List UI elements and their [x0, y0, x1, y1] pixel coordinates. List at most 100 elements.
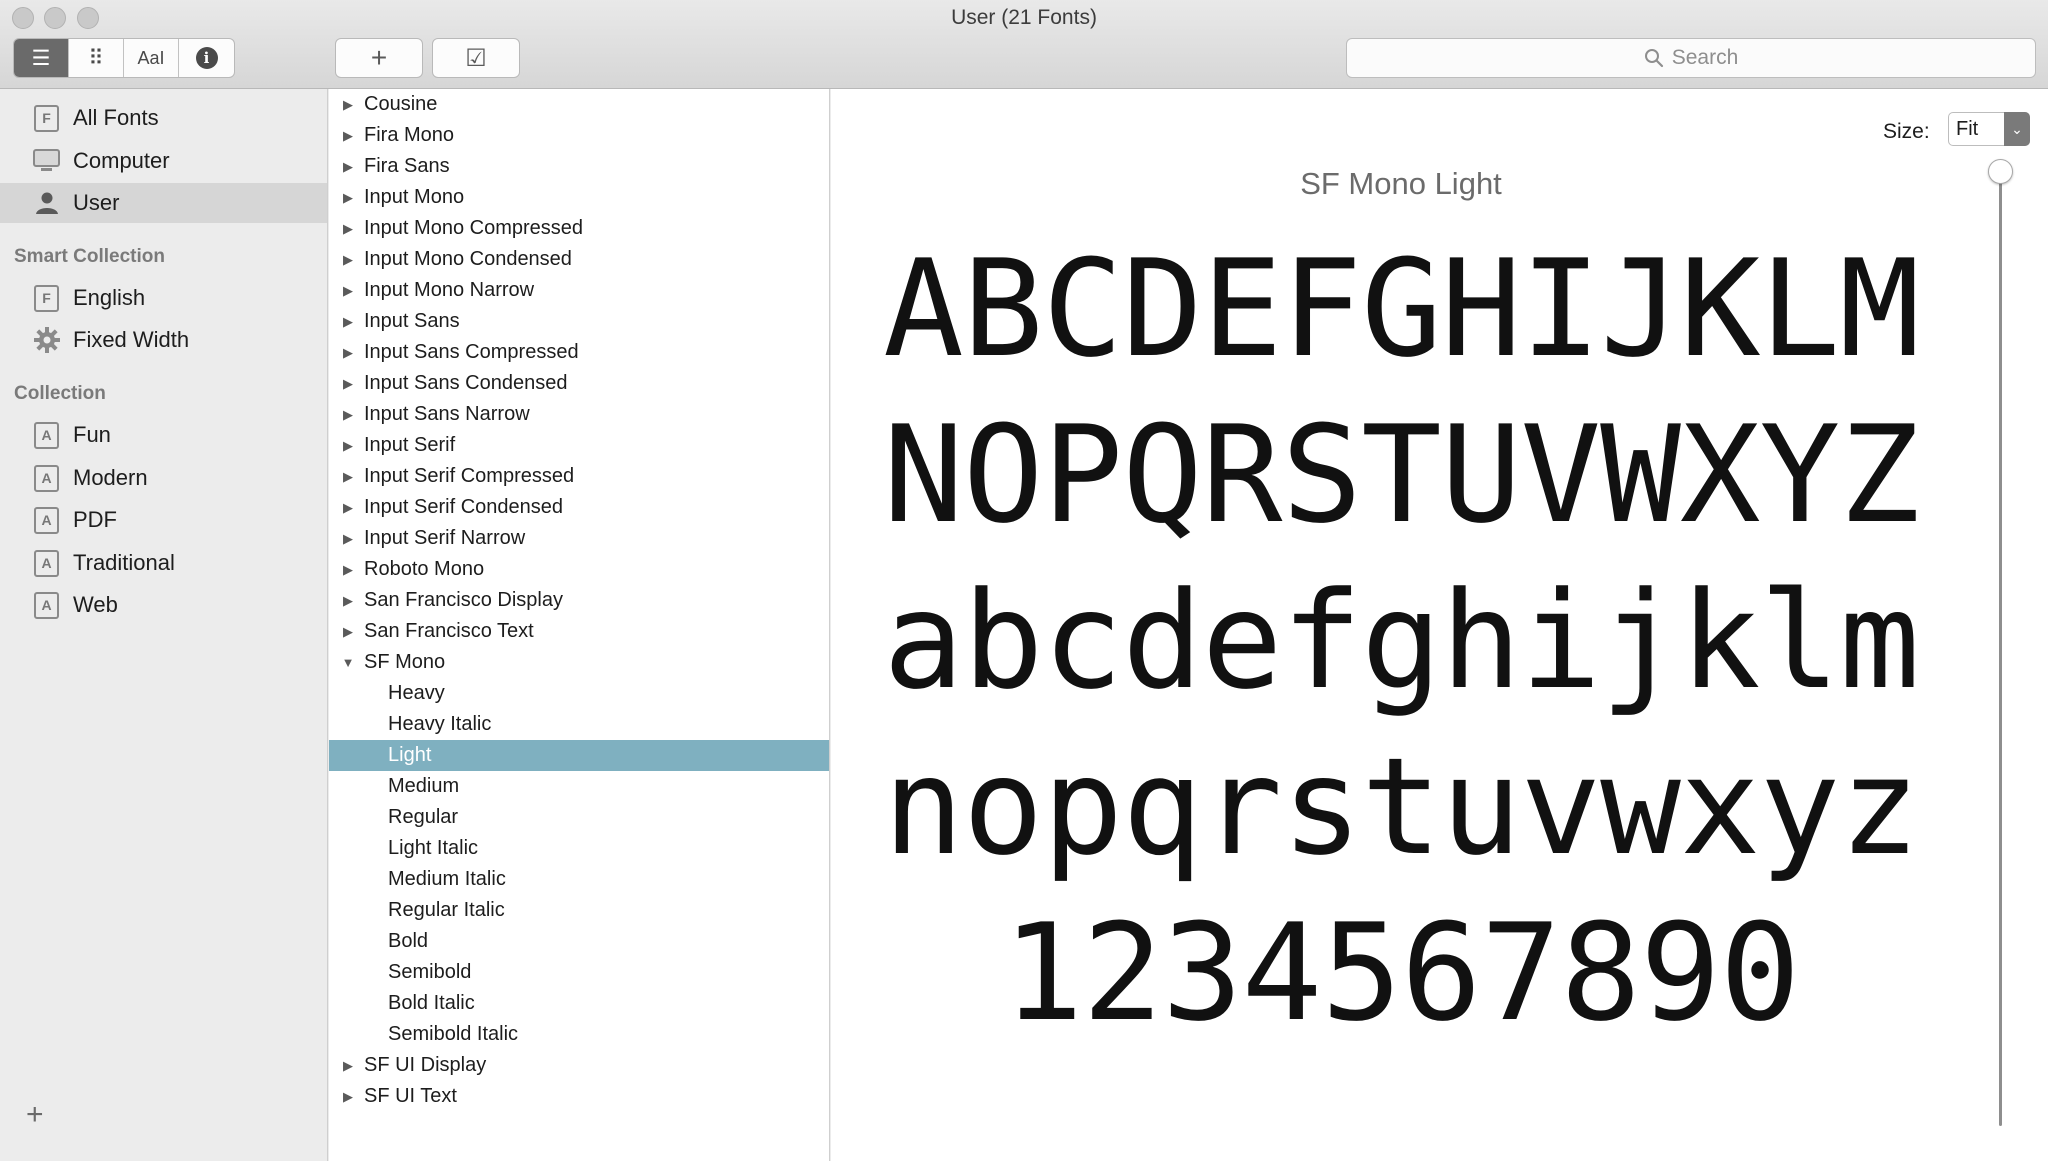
- font-family-row[interactable]: ▶ Input Mono Compressed: [329, 213, 829, 244]
- list-view-button[interactable]: ☰: [14, 39, 70, 77]
- disclosure-triangle-right-icon[interactable]: ▶: [341, 128, 355, 144]
- disclosure-triangle-right-icon[interactable]: ▶: [341, 438, 355, 454]
- font-family-row[interactable]: ▶ Input Serif Compressed: [329, 461, 829, 492]
- sidebar-item-label: English: [73, 285, 146, 310]
- sidebar-item-user[interactable]: User: [0, 183, 327, 223]
- sidebar-item-label: PDF: [73, 507, 117, 532]
- font-style-row[interactable]: Heavy: [329, 678, 829, 709]
- font-family-row[interactable]: ▶ Fira Mono: [329, 120, 829, 151]
- disclosure-triangle-right-icon[interactable]: ▶: [341, 500, 355, 516]
- add-font-button[interactable]: +: [335, 38, 423, 78]
- info-icon: i: [195, 47, 218, 69]
- font-name-label: Semibold Italic: [388, 1023, 519, 1045]
- font-style-row[interactable]: Semibold: [329, 957, 829, 988]
- font-family-row[interactable]: ▶ Input Sans: [329, 306, 829, 337]
- font-family-row[interactable]: ▼ SF Mono: [329, 647, 829, 678]
- font-name-label: Medium Italic: [388, 868, 506, 890]
- font-family-row[interactable]: ▶ Input Mono: [329, 182, 829, 213]
- sidebar-item-computer[interactable]: Computer: [0, 141, 327, 181]
- font-family-row[interactable]: ▶ Input Serif Narrow: [329, 523, 829, 554]
- font-family-row[interactable]: ▶ Input Mono Condensed: [329, 244, 829, 275]
- info-view-button[interactable]: i: [179, 39, 234, 77]
- disclosure-triangle-right-icon[interactable]: ▶: [341, 407, 355, 423]
- list-icon: ☰: [31, 46, 51, 70]
- chevron-down-icon: ⌄: [2004, 112, 2030, 146]
- font-style-row[interactable]: Medium: [329, 771, 829, 802]
- font-style-row[interactable]: Light: [329, 740, 829, 771]
- grid-view-button[interactable]: ⠿: [69, 39, 125, 77]
- sidebar-item-english[interactable]: F English: [0, 278, 327, 318]
- disclosure-triangle-right-icon[interactable]: ▶: [341, 159, 355, 175]
- font-name-label: Input Serif: [364, 434, 456, 456]
- font-family-row[interactable]: ▶ Cousine: [329, 89, 829, 120]
- font-family-row[interactable]: ▶ Input Mono Narrow: [329, 275, 829, 306]
- font-family-row[interactable]: ▶ Input Sans Narrow: [329, 399, 829, 430]
- font-name-label: SF UI Display: [364, 1054, 487, 1076]
- disclosure-triangle-right-icon[interactable]: ▶: [341, 562, 355, 578]
- font-style-row[interactable]: Regular Italic: [329, 895, 829, 926]
- font-family-row[interactable]: ▶ Fira Sans: [329, 151, 829, 182]
- font-family-row[interactable]: ▶ Roboto Mono: [329, 554, 829, 585]
- disclosure-triangle-right-icon[interactable]: ▶: [341, 283, 355, 299]
- font-box-icon: F: [33, 104, 60, 132]
- font-style-row[interactable]: Bold: [329, 926, 829, 957]
- font-name-label: Roboto Mono: [364, 558, 485, 580]
- collection-icon: A: [33, 421, 60, 449]
- disclosure-triangle-right-icon[interactable]: ▶: [341, 345, 355, 361]
- add-collection-button[interactable]: +: [26, 1098, 44, 1132]
- font-name-label: San Francisco Text: [364, 620, 534, 642]
- font-family-row[interactable]: ▶ San Francisco Display: [329, 585, 829, 616]
- sidebar-item-label: Modern: [73, 465, 148, 490]
- font-family-row[interactable]: ▶ SF UI Display: [329, 1050, 829, 1081]
- user-icon: [33, 190, 60, 217]
- font-style-row[interactable]: Light Italic: [329, 833, 829, 864]
- disclosure-triangle-right-icon[interactable]: ▶: [341, 252, 355, 268]
- disclosure-triangle-right-icon[interactable]: ▶: [341, 97, 355, 113]
- font-family-row[interactable]: ▶ San Francisco Text: [329, 616, 829, 647]
- font-style-row[interactable]: Heavy Italic: [329, 709, 829, 740]
- font-name-label: Fira Mono: [364, 124, 455, 146]
- computer-icon: [33, 148, 60, 175]
- sidebar-item-pdf[interactable]: A PDF: [0, 500, 327, 540]
- disclosure-triangle-right-icon[interactable]: ▶: [341, 1058, 355, 1074]
- disclosure-triangle-down-icon[interactable]: ▼: [341, 655, 355, 670]
- disclosure-triangle-right-icon[interactable]: ▶: [341, 376, 355, 392]
- font-style-row[interactable]: Medium Italic: [329, 864, 829, 895]
- disclosure-triangle-right-icon[interactable]: ▶: [341, 593, 355, 609]
- disclosure-triangle-right-icon[interactable]: ▶: [341, 1089, 355, 1105]
- sidebar-item-label: Web: [73, 592, 118, 617]
- sample-text-icon: AaI: [137, 47, 165, 68]
- collection-icon: A: [33, 591, 60, 619]
- sidebar-item-all-fonts[interactable]: F All Fonts: [0, 98, 327, 138]
- font-name-label: Semibold: [388, 961, 472, 983]
- size-slider-track[interactable]: [1999, 171, 2002, 1126]
- font-family-row[interactable]: ▶ Input Sans Compressed: [329, 337, 829, 368]
- validate-font-button[interactable]: ☑: [432, 38, 520, 78]
- sidebar-item-fun[interactable]: A Fun: [0, 415, 327, 455]
- font-name-label: Medium: [388, 775, 460, 797]
- grid-icon: ⠿: [88, 46, 104, 70]
- sidebar-item-fixed-width[interactable]: Fixed Width: [0, 320, 327, 360]
- disclosure-triangle-right-icon[interactable]: ▶: [341, 314, 355, 330]
- font-style-row[interactable]: Regular: [329, 802, 829, 833]
- font-style-row[interactable]: Semibold Italic: [329, 1019, 829, 1050]
- font-family-row[interactable]: ▶ Input Sans Condensed: [329, 368, 829, 399]
- size-dropdown[interactable]: Fit ⌄: [1948, 112, 2030, 146]
- font-style-row[interactable]: Bold Italic: [329, 988, 829, 1019]
- search-field[interactable]: Search: [1346, 38, 2036, 78]
- disclosure-triangle-right-icon[interactable]: ▶: [341, 531, 355, 547]
- search-placeholder: Search: [1671, 46, 1739, 69]
- font-family-row[interactable]: ▶ Input Serif: [329, 430, 829, 461]
- sidebar-item-web[interactable]: A Web: [0, 585, 327, 625]
- disclosure-triangle-right-icon[interactable]: ▶: [341, 190, 355, 206]
- font-name-label: Input Mono Condensed: [364, 248, 572, 270]
- sample-view-button[interactable]: AaI: [124, 39, 180, 77]
- font-family-row[interactable]: ▶ Input Serif Condensed: [329, 492, 829, 523]
- sidebar-item-modern[interactable]: A Modern: [0, 458, 327, 498]
- disclosure-triangle-right-icon[interactable]: ▶: [341, 221, 355, 237]
- disclosure-triangle-right-icon[interactable]: ▶: [341, 469, 355, 485]
- disclosure-triangle-right-icon[interactable]: ▶: [341, 624, 355, 640]
- font-family-row[interactable]: ▶ SF UI Text: [329, 1081, 829, 1112]
- size-slider-knob[interactable]: [1988, 159, 2013, 184]
- sidebar-item-traditional[interactable]: A Traditional: [0, 543, 327, 583]
